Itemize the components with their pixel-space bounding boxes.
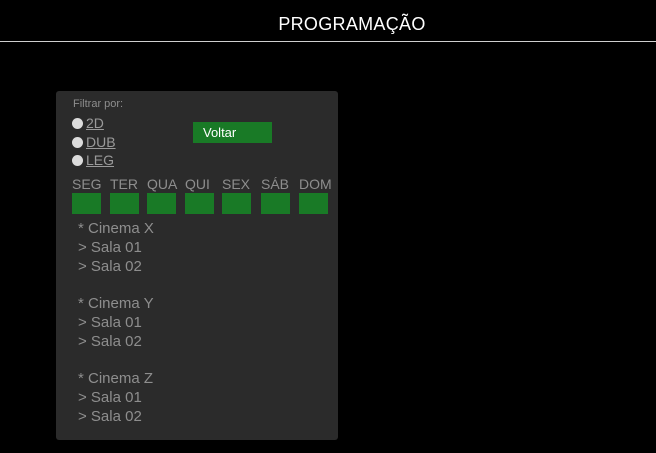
page-title: PROGRAMAÇÃO xyxy=(278,14,426,34)
radio-dot-icon xyxy=(72,155,83,166)
day-button-sab[interactable] xyxy=(261,193,290,214)
schedule-panel: Filtrar por: 2D DUB LEG Voltar SEG TER Q… xyxy=(56,91,338,440)
day-seg: SEG xyxy=(72,176,102,216)
cinema-name: * Cinema Z xyxy=(78,370,154,387)
day-label: QUI xyxy=(185,176,210,192)
day-button-sex[interactable] xyxy=(222,193,251,214)
day-ter: TER xyxy=(110,176,139,216)
day-button-qua[interactable] xyxy=(147,193,176,214)
cinema-name: * Cinema X xyxy=(78,220,154,237)
day-label: SÁB xyxy=(261,176,290,192)
header-divider xyxy=(0,41,656,42)
room-link[interactable]: > Sala 01 xyxy=(78,388,153,407)
day-button-seg[interactable] xyxy=(72,193,101,214)
radio-dot-icon xyxy=(72,118,83,129)
day-label: TER xyxy=(110,176,138,192)
room-link[interactable]: > Sala 02 xyxy=(78,332,154,351)
day-button-qui[interactable] xyxy=(185,193,214,214)
day-label: SEX xyxy=(222,176,251,192)
day-button-dom[interactable] xyxy=(299,193,328,214)
app-screen: PROGRAMAÇÃO Filtrar por: 2D DUB LEG Volt… xyxy=(0,0,656,453)
room-link[interactable]: > Sala 02 xyxy=(78,407,153,426)
room-link[interactable]: > Sala 01 xyxy=(78,238,154,257)
filter-label: Filtrar por: xyxy=(73,98,124,110)
day-sab: SÁB xyxy=(261,176,290,216)
day-dom: DOM xyxy=(299,176,332,216)
cinema-listing-y: * Cinema Y > Sala 01 > Sala 02 xyxy=(78,294,154,351)
day-label: QUA xyxy=(147,176,178,192)
day-qua: QUA xyxy=(147,176,178,216)
back-button[interactable]: Voltar xyxy=(193,122,272,143)
cinema-listing-x: * Cinema X > Sala 01 > Sala 02 xyxy=(78,219,154,276)
filter-option-label: DUB xyxy=(86,134,116,150)
day-sex: SEX xyxy=(222,176,251,216)
radio-dot-icon xyxy=(72,137,83,148)
weekday-selector: SEG TER QUA QUI SEX SÁB DOM xyxy=(72,176,332,216)
room-link[interactable]: > Sala 02 xyxy=(78,257,154,276)
day-button-ter[interactable] xyxy=(110,193,139,214)
filter-option-label: LEG xyxy=(86,152,115,168)
day-qui: QUI xyxy=(185,176,214,216)
day-label: SEG xyxy=(72,176,102,192)
filter-option-label: 2D xyxy=(86,115,104,131)
cinema-name: * Cinema Y xyxy=(78,295,154,312)
day-label: DOM xyxy=(299,176,332,192)
room-link[interactable]: > Sala 01 xyxy=(78,313,154,332)
cinema-listing-z: * Cinema Z > Sala 01 > Sala 02 xyxy=(78,369,153,426)
